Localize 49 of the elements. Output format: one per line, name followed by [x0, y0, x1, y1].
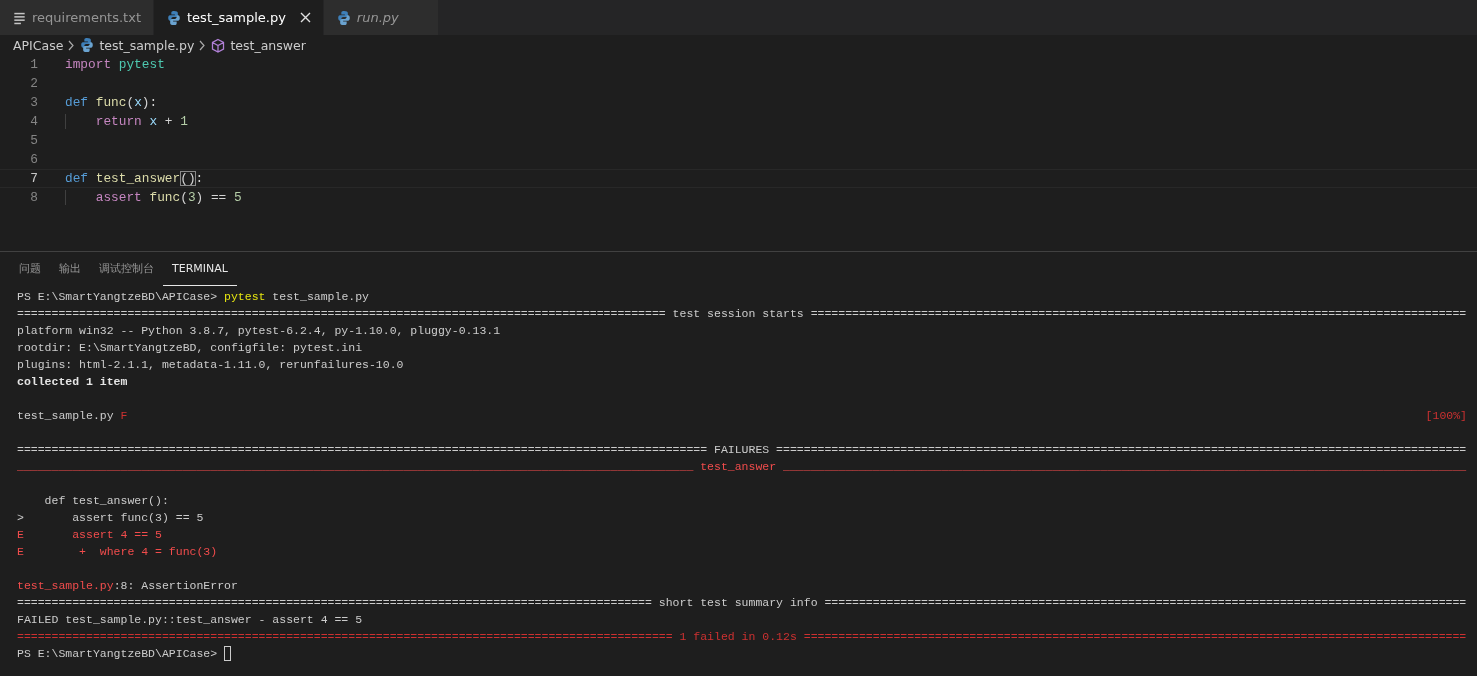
breadcrumb-item[interactable]: APICase [13, 37, 64, 53]
terminal-line: plugins: html-2.1.1, metadata-1.11.0, rerunfailures-10.0 [17, 357, 404, 373]
terminal-line: test_sample.py:8: AssertionError [17, 578, 238, 594]
breadcrumb-item[interactable]: test_sample.py [99, 37, 195, 53]
editor-tab[interactable]: test_sample.py [154, 0, 324, 35]
terminal-line: > assert func(3) == 5 [17, 510, 204, 526]
code-line: assert func(3) == 5 [65, 189, 242, 206]
line-number: 3 [29, 95, 38, 110]
terminal-line: ============================================================================================ short test summary info ============================================================================================= [17, 595, 1467, 611]
line-number: 1 [29, 57, 38, 72]
cube-icon [211, 37, 226, 53]
panel-tab[interactable]: 问题 [10, 252, 50, 286]
progress-percent: [100%] [1425, 408, 1467, 424]
code-line: def func(x): [65, 94, 158, 111]
line-number: 6 [29, 152, 38, 167]
close-icon[interactable] [299, 12, 311, 23]
terminal-line: ============================================================================================== test session starts =============================================================================================== [17, 306, 1467, 322]
terminal-line: FAILED test_sample.py::test_answer - assert 4 == 5 [17, 612, 363, 628]
line-number: 4 [29, 114, 38, 129]
line-number: 8 [29, 190, 38, 205]
line-number: 2 [29, 76, 38, 91]
code-line: def test_answer(): [65, 170, 204, 187]
terminal-line: def test_answer(): [43, 493, 169, 509]
breadcrumb-item[interactable]: test_answer [230, 37, 306, 53]
chevron-icon [68, 39, 76, 51]
terminal-line: platform win32 -- Python 3.8.7, pytest-6.2.4, py-1.10.0, pluggy-0.13.1 [17, 323, 501, 339]
terminal-line: E assert 4 == 5 [17, 527, 162, 543]
terminal-line: E + where 4 = func(3) [17, 544, 218, 560]
terminal-prompt: PS E:\SmartYangtzeBD\APICase> [17, 646, 219, 662]
terminal-line: __________________________________________________________________________________________________ test_answer ___________________________________________________________________________________________________ [17, 459, 1467, 475]
terminal-line: rootdir: E:\SmartYangtzeBD, configfile: pytest.ini [17, 340, 363, 356]
terminal-line: =============================================================================================== 1 failed in 0.12s ================================================================================================ [17, 629, 1467, 645]
editor-tab[interactable]: requirements.txt [0, 0, 154, 35]
editor-tab[interactable]: run.py [323, 0, 439, 35]
panel-tab[interactable]: 调试控制台 [90, 252, 163, 286]
line-number: 7 [29, 171, 38, 186]
terminal-prompt: PS E:\SmartYangtzeBD\APICase> pytest test_sample.py [17, 289, 369, 305]
panel-tab[interactable]: TERMINAL [163, 252, 237, 286]
line-number: 5 [29, 133, 38, 148]
terminal-line: collected 1 item [17, 374, 128, 390]
file-type-icon [167, 9, 181, 26]
terminal-line: ==================================================================================================== FAILURES ==================================================================================================== [17, 442, 1467, 458]
chevron-icon [199, 39, 207, 51]
file-type-icon [80, 37, 95, 53]
terminal-line: test_sample.py F [17, 408, 128, 424]
panel-tab[interactable]: 输出 [50, 252, 90, 286]
code-line: import pytest [65, 56, 165, 73]
code-line: return x + 1 [65, 113, 188, 130]
file-type-icon [336, 9, 351, 26]
